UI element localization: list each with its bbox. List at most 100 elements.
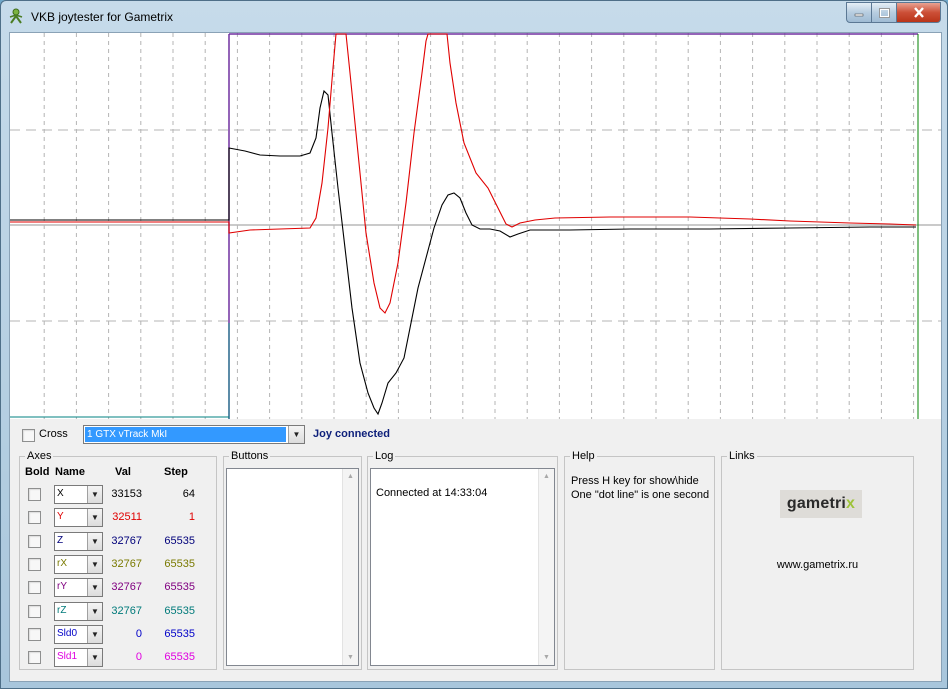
- connection-status: Joy connected: [313, 428, 391, 440]
- axis-name-select[interactable]: rY ▼: [54, 578, 103, 598]
- axis-value: 32767: [111, 557, 142, 570]
- buttons-scrollbar[interactable]: ▲ ▼: [342, 469, 358, 665]
- app-icon: [9, 8, 23, 24]
- close-button[interactable]: [897, 2, 941, 23]
- axis-step: 65535: [164, 651, 195, 664]
- axis-name-select[interactable]: Y ▼: [54, 508, 103, 528]
- app-window: VKB joytester for Gametrix Cross 1 GTX v…: [0, 0, 948, 689]
- axis-name-select[interactable]: Z ▼: [54, 531, 103, 551]
- chevron-down-icon[interactable]: ▼: [87, 509, 102, 527]
- bold-checkbox[interactable]: [28, 557, 41, 571]
- axis-step: 65535: [164, 581, 195, 594]
- axis-row: Sld0 ▼ 0 65535: [20, 623, 216, 646]
- log-list[interactable]: Connected at 14:33:04 ▲ ▼: [370, 468, 555, 666]
- axis-name-select[interactable]: Sld0 ▼: [54, 624, 103, 644]
- val-header: Val: [115, 466, 131, 478]
- axis-name: Sld0: [57, 627, 78, 639]
- bold-checkbox[interactable]: [28, 651, 41, 665]
- axis-step: 65535: [164, 534, 195, 547]
- bold-checkbox[interactable]: [28, 534, 41, 548]
- caption-buttons: [846, 2, 941, 23]
- axes-group: Axes Bold Name Val Step X ▼ 33153 64 Y ▼ 32511…: [19, 450, 217, 670]
- axis-plot: [10, 33, 941, 419]
- axis-name-select[interactable]: rZ ▼: [54, 601, 103, 621]
- control-row: Cross 1 GTX vTrack MkI ▼ Joy connected: [10, 424, 941, 446]
- axis-row: rZ ▼ 32767 65535: [20, 600, 216, 623]
- buttons-group-title: Buttons: [229, 450, 271, 462]
- close-icon: [913, 7, 924, 18]
- bold-checkbox[interactable]: [28, 581, 41, 595]
- axis-row: Sld1 ▼ 0 65535: [20, 646, 216, 669]
- chevron-down-icon[interactable]: ▼: [288, 426, 304, 443]
- help-group-title: Help: [570, 450, 597, 462]
- axis-row: Y ▼ 32511 1: [20, 506, 216, 529]
- logo-text-accent: x: [846, 495, 856, 512]
- axis-step: 65535: [164, 557, 195, 570]
- logo-text-main: gametri: [786, 495, 847, 512]
- log-group-title: Log: [373, 450, 396, 462]
- minimize-button[interactable]: [846, 2, 872, 23]
- website-link[interactable]: www.gametrix.ru: [722, 559, 913, 571]
- chevron-down-icon[interactable]: ▼: [87, 532, 102, 550]
- axis-name-select[interactable]: X ▼: [54, 485, 103, 504]
- step-header: Step: [164, 466, 188, 478]
- title-bar[interactable]: VKB joytester for Gametrix: [1, 1, 947, 31]
- axis-name-select[interactable]: Sld1 ▼: [54, 648, 103, 668]
- axis-name-select[interactable]: rX ▼: [54, 554, 103, 574]
- help-group: Help Press H key for show\hide One "dot …: [564, 450, 715, 670]
- axis-row: rY ▼ 32767 65535: [20, 576, 216, 599]
- maximize-icon: [878, 7, 890, 18]
- axis-value: 0: [135, 627, 142, 640]
- axis-row: rX ▼ 32767 65535: [20, 553, 216, 576]
- device-select[interactable]: 1 GTX vTrack MkI ▼: [83, 425, 305, 444]
- maximize-button[interactable]: [872, 2, 897, 23]
- scroll-up-icon[interactable]: ▲: [343, 469, 358, 484]
- buttons-group: Buttons ▲ ▼: [223, 450, 362, 670]
- axis-step: 65535: [164, 604, 195, 617]
- axis-value: 32767: [111, 581, 142, 594]
- bold-checkbox[interactable]: [28, 488, 41, 501]
- axis-name: rX: [57, 557, 67, 569]
- client-area: Cross 1 GTX vTrack MkI ▼ Joy connected A…: [9, 32, 942, 682]
- axis-value: 33153: [111, 488, 142, 500]
- name-header: Name: [55, 466, 85, 478]
- chevron-down-icon[interactable]: ▼: [87, 486, 102, 503]
- gametrix-logo[interactable]: gametri x: [780, 490, 862, 518]
- log-group: Log Connected at 14:33:04 ▲ ▼: [367, 450, 558, 670]
- axis-step: 65535: [164, 627, 195, 640]
- links-group: Links gametri x www.gametrix.ru: [721, 450, 914, 670]
- log-scrollbar[interactable]: ▲ ▼: [538, 469, 554, 665]
- axis-name: Z: [57, 534, 64, 546]
- scroll-up-icon[interactable]: ▲: [539, 469, 554, 484]
- chevron-down-icon[interactable]: ▼: [87, 649, 102, 667]
- axis-value: 0: [135, 651, 142, 664]
- log-entry: Connected at 14:33:04: [376, 487, 488, 499]
- scroll-down-icon[interactable]: ▼: [343, 650, 358, 665]
- links-group-title: Links: [727, 450, 757, 462]
- plot-canvas: [10, 33, 941, 419]
- axis-name: rY: [57, 581, 67, 593]
- window-title: VKB joytester for Gametrix: [31, 10, 174, 24]
- axis-value: 32767: [111, 604, 142, 617]
- axis-name: X: [57, 488, 64, 499]
- cross-checkbox[interactable]: [22, 429, 35, 442]
- axis-step: 1: [188, 511, 195, 524]
- axis-name: Y: [57, 511, 64, 523]
- bold-checkbox[interactable]: [28, 627, 41, 641]
- grid-vertical: [43, 33, 915, 419]
- device-select-value: 1 GTX vTrack MkI: [85, 427, 286, 442]
- chevron-down-icon[interactable]: ▼: [87, 625, 102, 643]
- bold-checkbox[interactable]: [28, 604, 41, 618]
- chevron-down-icon[interactable]: ▼: [87, 555, 102, 573]
- cross-label: Cross: [39, 428, 68, 440]
- minimize-icon: [854, 13, 864, 16]
- chevron-down-icon[interactable]: ▼: [87, 579, 102, 597]
- chevron-down-icon[interactable]: ▼: [87, 602, 102, 620]
- scroll-down-icon[interactable]: ▼: [539, 650, 554, 665]
- buttons-list[interactable]: ▲ ▼: [226, 468, 359, 666]
- bold-checkbox[interactable]: [28, 511, 41, 525]
- axis-value: 32767: [111, 534, 142, 547]
- axis-value: 32511: [112, 511, 142, 524]
- axis-step: 64: [182, 488, 195, 500]
- axis-name: rZ: [57, 604, 67, 616]
